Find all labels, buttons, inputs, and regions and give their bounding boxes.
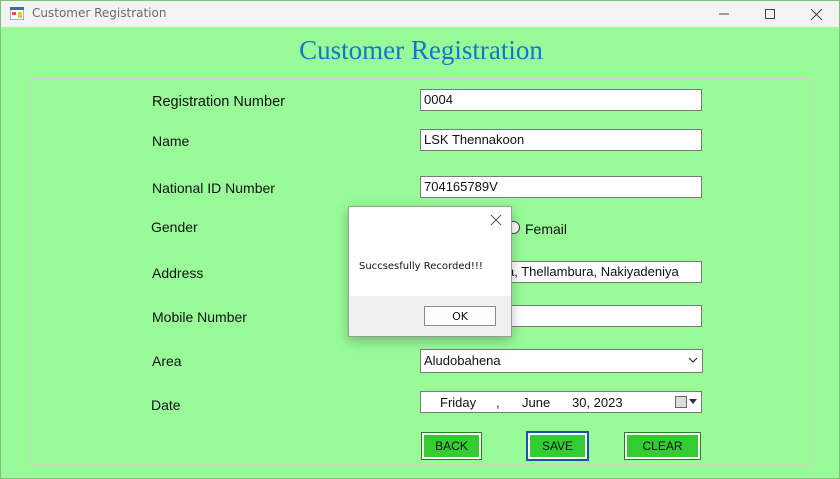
message-dialog: Succsesfully Recorded!!! OK <box>348 206 512 337</box>
area-label: Area <box>152 353 182 369</box>
window-title: Customer Registration <box>32 6 167 20</box>
clear-button[interactable]: CLEAR <box>624 432 701 460</box>
dialog-footer: OK <box>349 296 511 336</box>
maximize-icon <box>765 9 775 19</box>
date-label: Date <box>151 397 181 413</box>
back-button[interactable]: BACK <box>421 432 482 460</box>
maximize-button[interactable] <box>747 1 793 27</box>
close-button[interactable] <box>793 1 839 27</box>
dialog-message: Succsesfully Recorded!!! <box>359 261 483 272</box>
save-button[interactable]: SAVE <box>526 431 589 461</box>
form-heading: Customer Registration <box>299 35 543 65</box>
name-label: Name <box>152 133 190 149</box>
date-picker[interactable]: Friday , June 30, 2023 <box>420 391 702 413</box>
main-window: Customer Registration Customer Registrat… <box>0 0 840 479</box>
registration-number-input[interactable]: 0004 <box>420 89 702 111</box>
area-selected-value: Aludobahena <box>424 353 501 368</box>
dialog-close-icon[interactable] <box>489 213 503 227</box>
close-icon <box>810 8 822 20</box>
chevron-down-icon <box>688 357 698 363</box>
app-icon <box>10 7 24 20</box>
area-dropdown[interactable]: Aludobahena <box>420 349 703 373</box>
mobile-label: Mobile Number <box>152 309 247 325</box>
minimize-button[interactable] <box>701 1 747 27</box>
minimize-icon <box>719 13 729 15</box>
date-separator: , <box>496 395 500 410</box>
date-month[interactable]: June <box>522 395 550 410</box>
calendar-icon[interactable] <box>675 396 687 408</box>
ok-button[interactable]: OK <box>424 306 496 326</box>
date-weekday[interactable]: Friday <box>440 395 476 410</box>
address-label: Address <box>152 265 204 281</box>
national-id-label: National ID Number <box>152 180 275 196</box>
date-day-year[interactable]: 30, 2023 <box>572 395 623 410</box>
national-id-input[interactable]: 704165789V <box>420 176 702 198</box>
gender-label: Gender <box>151 219 198 235</box>
registration-number-label: Registration Number <box>152 94 285 110</box>
calendar-dropdown-icon[interactable] <box>689 397 697 405</box>
name-input[interactable]: LSK Thennakoon <box>420 129 702 151</box>
title-bar[interactable]: Customer Registration <box>1 1 839 27</box>
female-radio-label[interactable]: Femail <box>525 221 567 237</box>
